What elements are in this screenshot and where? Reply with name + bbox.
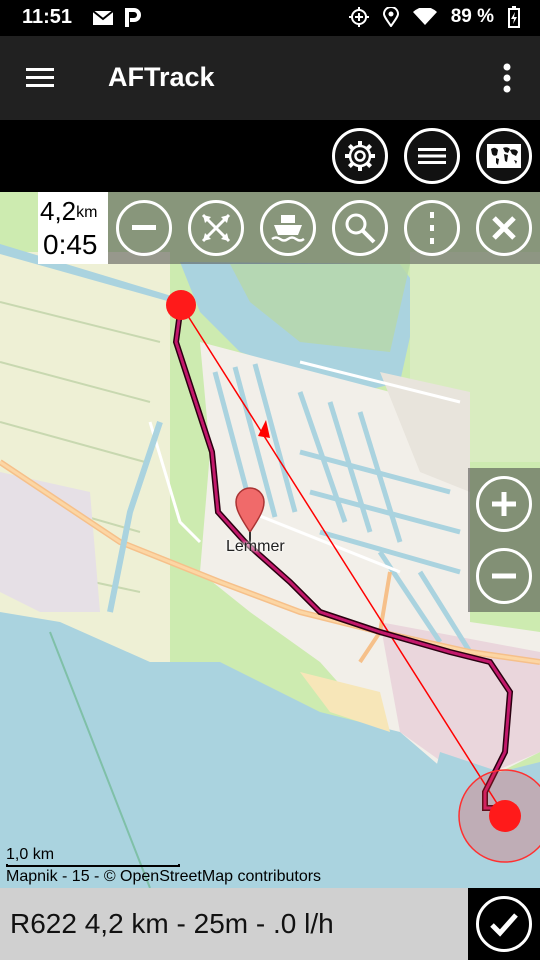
remove-icon: [132, 225, 156, 230]
zoom-in-icon: [492, 492, 516, 516]
mail-icon: [92, 10, 114, 25]
close-icon: [492, 216, 516, 240]
track-duration: 0:45: [43, 229, 98, 260]
gps-plus-icon: [348, 7, 369, 27]
hamburger-icon[interactable]: [18, 58, 62, 98]
wifi-icon: [412, 8, 437, 25]
more-vertical-button[interactable]: [404, 200, 460, 256]
top-action-bar: [0, 120, 540, 192]
zoom-in-button[interactable]: [476, 476, 532, 532]
more-vertical-icon: [430, 212, 434, 244]
town-label: Lemmer: [226, 538, 285, 555]
track-start-point[interactable]: [166, 290, 196, 320]
battery-percent: 89 %: [450, 6, 494, 27]
app-bar: AFTrack: [0, 36, 540, 120]
world-map-icon: [487, 144, 521, 168]
confirm-button[interactable]: [468, 888, 540, 960]
close-button[interactable]: [476, 200, 532, 256]
zoom-out-icon: [492, 573, 516, 579]
settings-button[interactable]: [332, 128, 388, 184]
cross-arrows-icon: [201, 213, 231, 243]
parking-icon: [125, 8, 141, 27]
status-time: 11:51: [22, 6, 73, 28]
search-button[interactable]: [332, 200, 388, 256]
list-button[interactable]: [404, 128, 460, 184]
scale-bar: [6, 864, 180, 867]
track-distance: 4,2km: [40, 196, 98, 226]
boat-button[interactable]: [260, 200, 316, 256]
route-summary: R622 4,2 km - 25m - .0 l/h: [10, 908, 334, 939]
zoom-out-button[interactable]: [476, 548, 532, 604]
zoom-controls: [468, 468, 540, 612]
boat-icon: [271, 215, 305, 242]
bottom-bar: R622 4,2 km - 25m - .0 l/h: [0, 888, 540, 960]
search-icon: [345, 213, 376, 244]
map-attribution: Mapnik - 15 - © OpenStreetMap contributo…: [6, 868, 322, 885]
list-icon: [418, 148, 446, 164]
cross-arrows-button[interactable]: [188, 200, 244, 256]
track-action-bar: [108, 192, 540, 264]
current-position-marker[interactable]: [489, 800, 521, 832]
app-title: AFTrack: [108, 62, 215, 92]
track-info-box: 4,2km 0:45: [38, 192, 108, 264]
check-icon: [490, 913, 518, 937]
world-map-button[interactable]: [476, 128, 532, 184]
location-icon: [382, 7, 399, 27]
settings-icon: [345, 141, 375, 171]
status-bar: 11:51 89 %: [0, 0, 540, 36]
remove-button[interactable]: [116, 200, 172, 256]
battery-charging-icon: [508, 6, 520, 28]
overflow-icon[interactable]: [494, 58, 520, 98]
scale-label: 1,0 km: [6, 846, 55, 863]
